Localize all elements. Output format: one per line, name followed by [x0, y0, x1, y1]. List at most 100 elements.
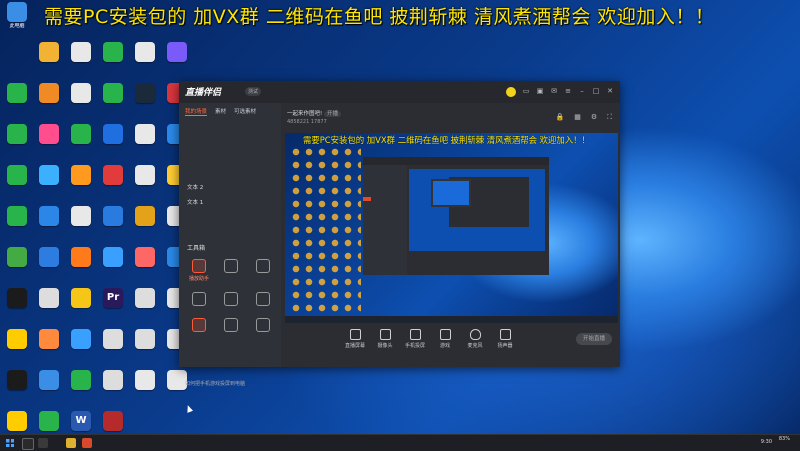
live-companion-window[interactable]: 直播伴侣 测试 ▭ ▣ ✉ ≡ – □ ✕ 我的场景 素材 可选素材 文本 2 …: [179, 81, 620, 387]
scene-item[interactable]: [179, 150, 281, 165]
phone-cast-button[interactable]: 手机投屏: [403, 329, 427, 349]
desktop-icon[interactable]: [130, 288, 160, 309]
tab-materials[interactable]: 素材: [215, 107, 226, 116]
lock-icon[interactable]: 🔒: [555, 113, 564, 122]
desktop-icon[interactable]: [66, 288, 96, 309]
desktop-icon[interactable]: [66, 165, 96, 186]
app-icon: [39, 411, 59, 431]
desktop-icon[interactable]: [130, 370, 160, 391]
search-icon[interactable]: [22, 438, 34, 450]
desktop-icon[interactable]: [2, 124, 32, 145]
desktop-icon[interactable]: [130, 83, 160, 104]
tool-item[interactable]: [247, 259, 279, 282]
desktop-icon[interactable]: 此电脑: [2, 2, 32, 29]
scene-item[interactable]: [179, 135, 281, 150]
desktop-icon[interactable]: [2, 370, 32, 391]
desktop-icon[interactable]: [66, 42, 96, 63]
camera-button[interactable]: 摄像头: [373, 329, 397, 349]
desktop-icon[interactable]: [34, 206, 64, 227]
desktop-icon[interactable]: [66, 370, 96, 391]
tab-optional-materials[interactable]: 可选素材: [234, 107, 256, 116]
desktop-icon[interactable]: [34, 247, 64, 268]
desktop-icon[interactable]: [66, 329, 96, 350]
scene-item[interactable]: [179, 120, 281, 135]
microphone-button[interactable]: 麦克风: [463, 329, 487, 349]
tool-item[interactable]: [215, 318, 247, 334]
desktop-icon[interactable]: [34, 288, 64, 309]
desktop-icon[interactable]: Pr: [98, 288, 128, 309]
help-link[interactable]: 如何把手机游戏投屏到电脑: [185, 380, 245, 387]
desktop-icon[interactable]: [66, 83, 96, 104]
desktop-icon[interactable]: [34, 165, 64, 186]
desktop-icon[interactable]: [2, 83, 32, 104]
scene-item[interactable]: [179, 165, 281, 180]
fullscreen-icon[interactable]: ⛶: [607, 113, 612, 122]
desktop-icon[interactable]: [130, 247, 160, 268]
user-avatar[interactable]: [506, 87, 516, 97]
tool-item[interactable]: [215, 259, 247, 282]
tool-item[interactable]: [247, 292, 279, 308]
tab-my-scenes[interactable]: 我的场景: [185, 107, 208, 116]
speaker-icon: [499, 329, 511, 340]
taskbar-app-icon[interactable]: [82, 438, 92, 448]
desktop-icon[interactable]: [34, 411, 64, 432]
desktop-icon[interactable]: [98, 42, 128, 63]
desktop-icon[interactable]: [66, 124, 96, 145]
desktop-icon[interactable]: [98, 165, 128, 186]
speaker-button[interactable]: 扬声器: [493, 329, 517, 349]
taskbar-app-icon[interactable]: [66, 438, 76, 448]
tool-play-assistant[interactable]: 播放助手: [183, 259, 215, 282]
tool-item[interactable]: [183, 318, 215, 334]
desktop-icon[interactable]: [98, 370, 128, 391]
desktop-icon[interactable]: [34, 124, 64, 145]
desktop-icon[interactable]: [130, 42, 160, 63]
desktop-icon[interactable]: [98, 329, 128, 350]
desktop-icon[interactable]: [98, 206, 128, 227]
desktop-icon[interactable]: [130, 124, 160, 145]
screen-capture-button[interactable]: 直播屏幕: [343, 329, 367, 349]
desktop-icon[interactable]: [2, 165, 32, 186]
mail-icon[interactable]: ✉: [550, 87, 558, 95]
scene-item[interactable]: 文本 2: [179, 180, 281, 195]
desktop-icon[interactable]: [130, 165, 160, 186]
maximize-icon[interactable]: □: [592, 87, 600, 95]
desktop-icon[interactable]: [98, 247, 128, 268]
close-icon[interactable]: ✕: [606, 87, 614, 95]
message-icon[interactable]: ▭: [522, 87, 530, 95]
minimize-icon[interactable]: –: [578, 87, 586, 95]
desktop-icon[interactable]: [98, 124, 128, 145]
system-tray[interactable]: 83%: [779, 436, 790, 442]
desktop-icon[interactable]: [34, 83, 64, 104]
start-stream-button[interactable]: 开始直播: [576, 333, 612, 345]
settings-icon[interactable]: ⚙: [591, 113, 597, 122]
desktop-icon[interactable]: [130, 329, 160, 350]
game-button[interactable]: 游戏: [433, 329, 457, 349]
desktop-icon[interactable]: [162, 42, 192, 63]
tool-item[interactable]: [183, 292, 215, 308]
gift-icon[interactable]: ▣: [536, 87, 544, 95]
desktop-icon[interactable]: [2, 411, 32, 432]
desktop-icon[interactable]: [66, 247, 96, 268]
menu-icon[interactable]: ≡: [564, 87, 572, 95]
taskbar-clock[interactable]: 9:30: [761, 439, 772, 445]
desktop-icon[interactable]: [66, 206, 96, 227]
desktop-icon[interactable]: [2, 329, 32, 350]
scene-item[interactable]: 文本 1: [179, 195, 281, 210]
desktop-icon[interactable]: [34, 370, 64, 391]
desktop-icon[interactable]: [98, 83, 128, 104]
task-view-icon[interactable]: [38, 438, 48, 448]
scene-item[interactable]: [179, 210, 281, 225]
layout-icon[interactable]: ▦: [574, 113, 581, 122]
stream-preview[interactable]: 需要PC安装包的 加VX群 二维码在鱼吧 披荆斩棘 清风煮酒帮会 欢迎加入！！: [285, 133, 618, 323]
desktop-icon[interactable]: [130, 206, 160, 227]
desktop-icon[interactable]: [2, 247, 32, 268]
desktop-icon[interactable]: [34, 329, 64, 350]
desktop-icon[interactable]: [34, 42, 64, 63]
desktop-icon[interactable]: [2, 288, 32, 309]
desktop-icon[interactable]: [2, 206, 32, 227]
desktop-icon[interactable]: W: [66, 411, 96, 432]
desktop-icon[interactable]: [98, 411, 128, 432]
start-menu-icon[interactable]: [6, 439, 14, 447]
tool-item[interactable]: [247, 318, 279, 334]
tool-item[interactable]: [215, 292, 247, 308]
